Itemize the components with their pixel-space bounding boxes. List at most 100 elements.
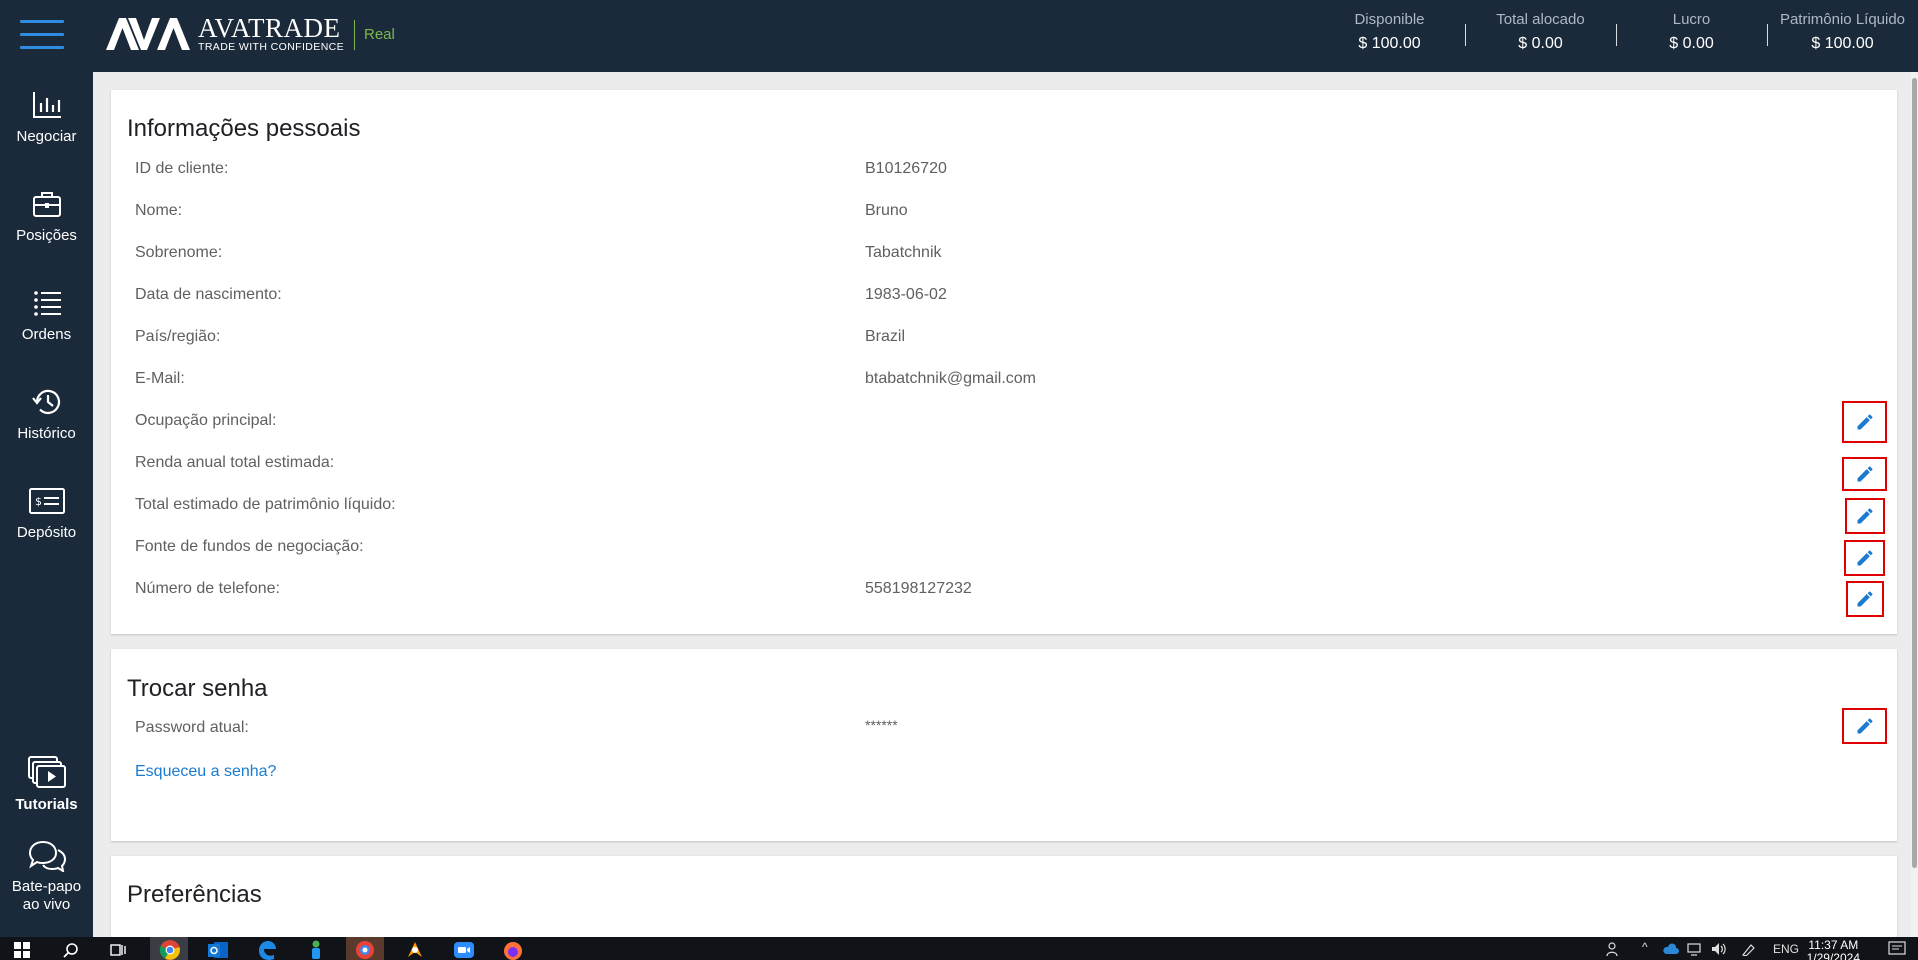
row-label: E-Mail:	[135, 370, 185, 387]
edit-occupation-button[interactable]	[1842, 401, 1887, 443]
row-label: País/região:	[135, 328, 221, 345]
row-value: 558198127232	[865, 580, 972, 597]
sidebar-item-ordens[interactable]: Ordens	[0, 288, 93, 344]
row-label: Nome:	[135, 202, 183, 219]
taskbar-clock[interactable]: 11:37 AM 1/29/2024	[1807, 939, 1860, 960]
row-value: 1983-06-02	[865, 286, 947, 303]
deposit-check-icon: $	[28, 488, 65, 514]
account-type-label[interactable]: Real	[364, 26, 395, 43]
row-label: Sobrenome:	[135, 244, 223, 261]
stat-label: Lucro	[1672, 11, 1711, 28]
info-row-net-worth: Total estimado de patrimônio líquido:	[111, 491, 1897, 521]
avatrade-logo[interactable]: AVATRADE TRADE WITH CONFIDENCE	[106, 14, 344, 54]
sidebar-item-tutorials[interactable]: Tutorials	[0, 756, 93, 814]
pencil-icon	[1857, 414, 1873, 430]
zoom-icon[interactable]	[453, 939, 475, 960]
forgot-password-link[interactable]: Esqueceu a senha?	[135, 763, 276, 781]
info-row-annual-income: Renda anual total estimada:	[111, 449, 1897, 479]
stat-label: Disponible	[1354, 11, 1425, 28]
windows-taskbar: ^ ENG 11:37 AM 1/29/2024	[0, 937, 1918, 960]
firefox-icon[interactable]	[502, 939, 524, 960]
info-row-client-id: ID de cliente: B10126720	[111, 155, 1897, 185]
scrollbar-thumb[interactable]	[1912, 78, 1917, 868]
top-bar: AVATRADE TRADE WITH CONFIDENCE Real Disp…	[0, 0, 1918, 72]
chrome-icon[interactable]	[159, 939, 181, 960]
info-row-country: País/região: Brazil	[111, 323, 1897, 353]
stat-value: $ 100.00	[1811, 35, 1874, 52]
edit-funds-source-button[interactable]	[1844, 540, 1885, 576]
row-label: Número de telefone:	[135, 580, 280, 597]
password-row: Password atual: ******	[111, 714, 1897, 744]
language-indicator[interactable]: ENG	[1773, 942, 1799, 956]
search-icon[interactable]	[63, 942, 79, 958]
row-value: Tabatchnik	[865, 244, 942, 261]
stat-available: Disponible $ 100.00	[1314, 0, 1465, 72]
personal-info-title: Informações pessoais	[127, 115, 361, 142]
network-icon[interactable]	[1687, 942, 1703, 956]
sidebar-item-label: Depósito	[16, 524, 77, 541]
sidebar-item-live-chat[interactable]: Bate-papo ao vivo	[0, 840, 93, 914]
people-icon[interactable]	[1606, 941, 1622, 957]
edit-password-button[interactable]	[1842, 708, 1887, 744]
brand-name: AVATRADE	[198, 13, 341, 43]
row-label: ID de cliente:	[135, 160, 229, 177]
sidebar-item-negociar[interactable]: Negociar	[0, 90, 93, 146]
sidebar-item-posicoes[interactable]: Posições	[0, 189, 93, 245]
info-row-funds-source: Fonte de fundos de negociação:	[111, 533, 1897, 563]
sidebar-item-label: Bate-papo	[11, 878, 82, 895]
row-label: Renda anual total estimada:	[135, 454, 335, 471]
row-label: Ocupação principal:	[135, 412, 277, 429]
info-row-first-name: Nome: Bruno	[111, 197, 1897, 227]
sidebar-item-label: Tutorials	[15, 796, 78, 813]
row-value: Bruno	[865, 202, 908, 219]
pencil-icon	[1857, 466, 1873, 482]
stat-equity: Patrimônio Líquido $ 100.00	[1767, 0, 1918, 72]
onedrive-icon[interactable]	[1663, 942, 1679, 956]
edit-annual-income-button[interactable]	[1842, 457, 1887, 491]
page-scrollbar[interactable]	[1911, 72, 1918, 937]
row-value: B10126720	[865, 160, 947, 177]
history-icon	[31, 389, 60, 415]
outlook-icon[interactable]	[207, 939, 229, 960]
pencil-icon	[1857, 550, 1873, 566]
sidebar-item-label: Ordens	[21, 326, 72, 343]
google-assistant-icon[interactable]	[354, 939, 376, 960]
password-masked-value: ******	[865, 717, 898, 733]
sidebar-item-label: Histórico	[17, 425, 76, 442]
stat-label: Total alocado	[1496, 11, 1585, 28]
windows-start-icon[interactable]	[14, 942, 30, 958]
brand-tagline: TRADE WITH CONFIDENCE	[198, 41, 345, 53]
sidebar-item-label: ao vivo	[22, 896, 71, 913]
tray-chevron-up-icon[interactable]: ^	[1642, 940, 1648, 954]
app-figure-icon[interactable]	[305, 939, 327, 960]
info-row-occupation: Ocupação principal:	[111, 407, 1897, 437]
stat-value: $ 0.00	[1669, 35, 1714, 52]
pen-ink-icon[interactable]	[1741, 942, 1757, 956]
svg-text:$: $	[35, 495, 42, 508]
row-label: Password atual:	[135, 719, 249, 736]
info-row-phone: Número de telefone: 558198127232	[111, 575, 1897, 605]
preferences-title: Preferências	[127, 881, 262, 908]
sidebar: Negociar Posições Ordens Histórico $ Dep…	[0, 72, 93, 937]
hamburger-menu-icon[interactable]	[20, 20, 64, 50]
briefcase-icon	[32, 192, 61, 217]
info-row-birth-date: Data de nascimento: 1983-06-02	[111, 281, 1897, 311]
pencil-icon	[1857, 508, 1873, 524]
app-bird-icon[interactable]	[404, 939, 426, 960]
change-password-title: Trocar senha	[127, 675, 268, 702]
sidebar-item-historico[interactable]: Histórico	[0, 387, 93, 443]
sidebar-item-deposito[interactable]: $ Depósito	[0, 486, 93, 542]
edit-net-worth-button[interactable]	[1845, 498, 1885, 534]
info-row-email: E-Mail: btabatchnik@gmail.com	[111, 365, 1897, 395]
row-label: Fonte de fundos de negociação:	[135, 538, 364, 555]
task-view-icon[interactable]	[110, 942, 126, 958]
preferences-card: Preferências	[111, 856, 1897, 937]
volume-icon[interactable]	[1711, 942, 1727, 956]
change-password-card: Trocar senha Password atual: ****** Esqu…	[111, 649, 1897, 841]
row-label: Total estimado de patrimônio líquido:	[135, 496, 396, 513]
stat-value: $ 100.00	[1358, 35, 1421, 52]
notifications-icon[interactable]	[1888, 941, 1906, 957]
edge-icon[interactable]	[256, 939, 278, 960]
edit-phone-button[interactable]	[1846, 581, 1884, 617]
pencil-icon	[1857, 718, 1873, 734]
